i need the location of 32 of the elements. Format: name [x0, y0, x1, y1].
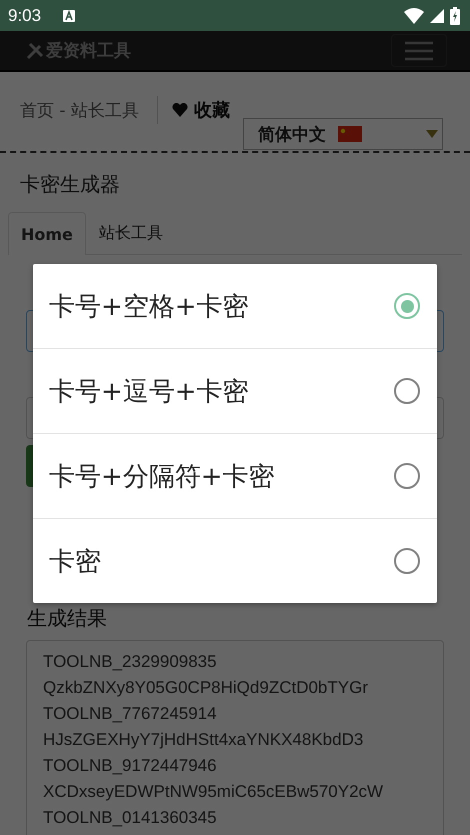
language-select[interactable]: 简体中文 — [243, 118, 443, 150]
notification-icon — [63, 10, 76, 22]
option-item[interactable]: 卡密 — [33, 518, 437, 603]
flag-icon — [338, 126, 362, 142]
radio-button[interactable] — [394, 293, 420, 319]
result-label: 生成结果 — [27, 605, 108, 632]
tab[interactable]: Home — [8, 212, 86, 255]
result-line: XCDxseyEDWPtNW95miC65cEBw570Y2cW — [43, 781, 384, 803]
radio-button[interactable] — [394, 548, 420, 574]
tab[interactable]: 站长工具 — [86, 212, 176, 254]
signal-icon — [430, 8, 444, 22]
caret-icon — [426, 130, 438, 138]
radio-button[interactable] — [394, 378, 420, 404]
battery-icon — [450, 6, 460, 24]
page-title: 卡密生成器 — [20, 171, 121, 198]
result-line: TOOLNB_0141360345 — [43, 807, 218, 829]
result-line: TOOLNB_9172447946 — [43, 755, 218, 777]
favorite-link[interactable]: 收藏 — [172, 98, 230, 122]
breadcrumb[interactable]: 首页 - 站长工具 — [20, 98, 139, 122]
menu-icon — [404, 40, 434, 60]
clock: 9:03 — [8, 6, 42, 26]
result-textarea[interactable]: TOOLNB_2329909835 QzkbZNXy8Y05G0CP8HiQd9ZCtD0bTYGr TOOLNB_7767245914 HJsZGEXHyY7jHdHStt4xaYNKX48KbdD3 TOOLNB_9172447946 XCDxseyEDWPtNW95miC65cEBw570Y2cW TOOLNB_0141360345 — [26, 640, 444, 835]
result-line: HJsZGEXHyY7jHdHStt4xaYNKX48KbdD3 — [43, 729, 364, 751]
wifi-icon — [404, 8, 424, 24]
result-line: QzkbZNXy8Y05G0CP8HiQd9ZCtD0bTYGr — [43, 677, 369, 699]
option-item[interactable]: 卡号+逗号+卡密 — [33, 348, 437, 433]
heart-icon — [172, 103, 188, 117]
option-item[interactable]: 卡号+分隔符+卡密 — [33, 433, 437, 518]
result-line: TOOLNB_7767245914 — [43, 703, 218, 725]
result-line: TOOLNB_2329909835 — [43, 651, 218, 673]
option-item[interactable]: 卡号+空格+卡密 — [33, 264, 437, 348]
radio-button[interactable] — [394, 463, 420, 489]
